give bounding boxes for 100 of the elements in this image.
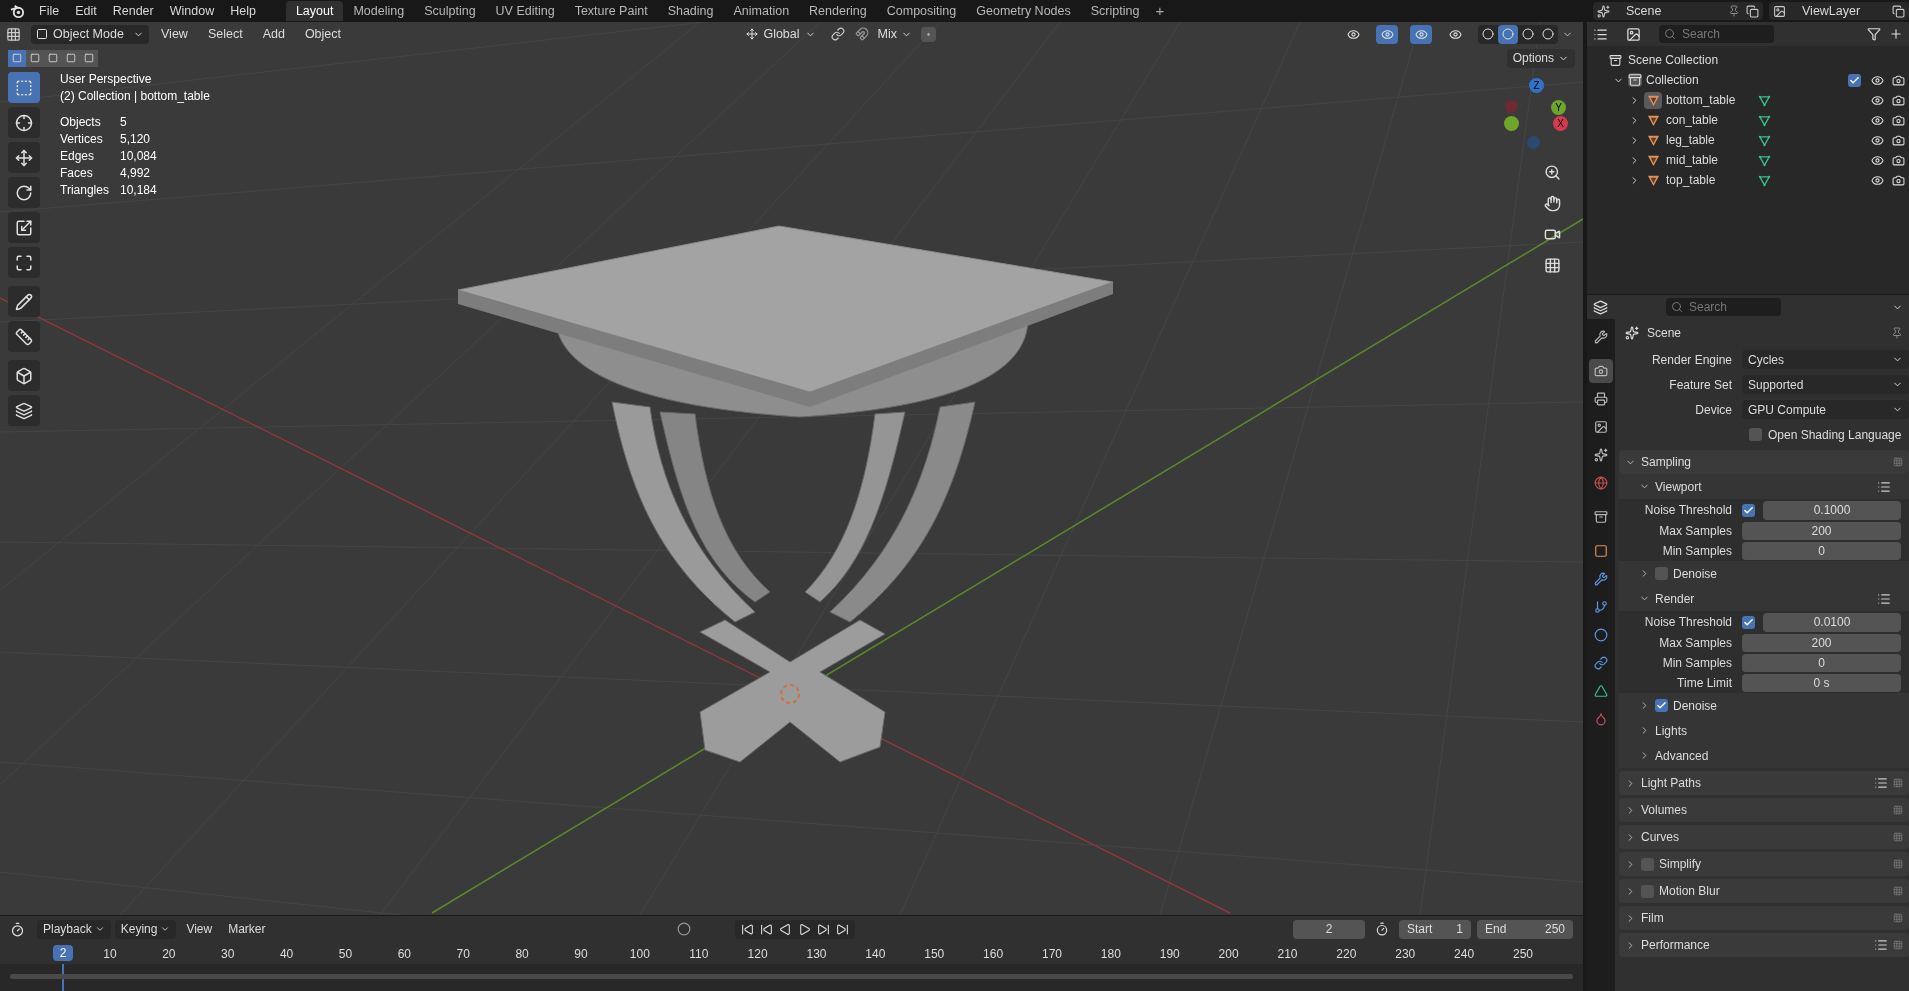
panel-header[interactable]: Motion Blur [1619,879,1909,903]
tree-item[interactable]: leg_table [1666,131,1754,149]
checkbox[interactable] [1641,857,1654,871]
grid-icon[interactable] [1544,257,1561,274]
jump-end-icon[interactable] [836,922,849,936]
3d-viewport[interactable]: Object Mode View Select Add Object Global Mix Options User Perspective (2) Collection | bottom_table Objects 5 Vertices 5,120 Edges 10,084 Faces 4,992 Triangles 10,184 Z Y X [0,22,1583,915]
properties-tab[interactable] [1589,359,1613,383]
subpanel-header[interactable]: Denoise [1619,693,1909,718]
number-field[interactable]: 0 [1742,542,1901,560]
render-icon[interactable] [1892,93,1905,107]
tool-button[interactable] [8,286,40,317]
viewport-toggle[interactable] [1410,24,1432,44]
number-field[interactable]: 200 [1742,634,1901,652]
checkbox[interactable] [1742,615,1755,629]
subpanel-header[interactable]: Lights [1619,718,1909,743]
gizmo-z-axis[interactable]: Z [1529,78,1544,93]
end-frame-field[interactable]: End 250 [1477,919,1573,939]
tool-button[interactable] [8,212,40,243]
header-menu[interactable]: Select [199,24,251,44]
workspace-tab[interactable]: Texture Paint [564,1,658,21]
checkbox[interactable] [1655,699,1668,712]
tree-item[interactable]: Scene Collection [1628,51,1719,69]
subpanel-header[interactable]: Advanced [1619,743,1909,768]
tool-button[interactable] [8,321,40,352]
playhead[interactable]: 2 [53,945,73,961]
workspace-tab[interactable]: Compositing [876,1,967,21]
presets-icon[interactable] [1874,776,1888,790]
dropdown[interactable]: GPU Compute [1742,400,1909,419]
menu-item[interactable]: Help [222,1,264,21]
proportional-edit-icon[interactable] [921,26,936,42]
drag-handle-icon[interactable] [1893,886,1903,896]
drag-handle-icon[interactable] [1893,832,1903,842]
timeline-menu[interactable]: Keying [114,919,177,939]
view-layer-selector[interactable]: ViewLayer [1769,2,1909,20]
mode-dropdown[interactable]: Object Mode [31,24,149,44]
visibility-icon[interactable] [1871,93,1884,107]
tool-button[interactable] [8,247,40,278]
tool-button[interactable] [8,395,40,426]
tree-item[interactable]: mid_table [1666,151,1754,169]
checkbox[interactable] [1641,884,1654,898]
zoom-icon[interactable] [1544,164,1561,181]
render-icon[interactable] [1892,153,1905,167]
header-menu[interactable]: View [153,24,196,44]
workspace-tab[interactable]: UV Editing [485,1,565,21]
subpanel-header[interactable]: Denoise [1619,561,1909,586]
copy-icon[interactable] [1746,4,1759,18]
tree-item[interactable]: con_table [1666,111,1754,129]
viewport-toggle[interactable] [1376,24,1398,44]
workspace-tab[interactable]: Rendering [799,1,877,21]
selection-mode-button[interactable] [80,49,98,67]
render-icon[interactable] [1892,73,1905,87]
timeline-menu[interactable]: Marker [222,919,272,939]
number-field[interactable]: 0.1000 [1763,500,1901,520]
panel-header[interactable]: Simplify [1619,852,1909,876]
editor-type-icon[interactable] [6,26,21,42]
presets-icon[interactable] [1877,591,1891,606]
workspace-tab[interactable]: Animation [723,1,800,21]
current-frame-field[interactable]: 2 [1293,919,1365,939]
next-keyframe-icon[interactable] [817,922,830,936]
subpanel-header[interactable]: Viewport [1619,474,1909,499]
editor-type-icon[interactable] [10,921,25,937]
gizmo-handle[interactable] [1505,100,1518,113]
gizmo-y-axis[interactable]: Y [1551,100,1566,115]
gizmo-handle[interactable] [1504,116,1519,131]
checkbox[interactable] [1655,567,1668,580]
visibility-icon[interactable] [1871,133,1884,147]
presets-icon[interactable] [1874,938,1888,952]
workspace-tab[interactable]: Sculpting [414,1,486,21]
number-field[interactable]: 0.0100 [1763,612,1901,632]
workspace-tab[interactable]: Modeling [343,1,415,21]
hand-icon[interactable] [1544,195,1561,212]
drag-handle-icon[interactable] [1893,778,1903,788]
workspace-tab[interactable]: Layout [285,1,344,21]
presets-icon[interactable] [1877,479,1891,494]
orientation-dropdown[interactable]: Global [741,24,821,44]
gizmo-x-axis[interactable]: X [1553,116,1568,131]
stopwatch-icon[interactable] [1375,922,1389,936]
tool-button[interactable] [8,360,40,391]
menu-item[interactable]: Window [161,1,223,21]
start-frame-field[interactable]: Start 1 [1399,919,1471,939]
render-icon[interactable] [1892,113,1905,127]
number-field[interactable]: 0 s [1742,674,1901,692]
menu-item[interactable]: Edit [67,1,105,21]
filter-layers-icon[interactable] [1626,26,1641,42]
visibility-icon[interactable] [1871,173,1884,187]
display-mode-icon[interactable] [1593,26,1608,42]
subpanel-header[interactable]: Render [1619,586,1909,611]
selection-mode-button[interactable] [8,49,26,67]
number-field[interactable]: 0 [1742,654,1901,672]
pivot-icon[interactable] [830,27,845,41]
visibility-icon[interactable] [1871,73,1884,87]
drag-handle-icon[interactable] [1893,940,1903,950]
panel-header[interactable]: Sampling [1619,450,1909,474]
header-menu[interactable]: Add [254,24,293,44]
app-logo-icon[interactable] [10,3,25,19]
drag-handle-icon[interactable] [1893,457,1903,467]
panel-header[interactable]: Light Paths [1619,771,1909,795]
search-field[interactable]: Search [1659,25,1774,43]
render-icon[interactable] [1892,133,1905,147]
play-icon[interactable] [798,922,811,936]
